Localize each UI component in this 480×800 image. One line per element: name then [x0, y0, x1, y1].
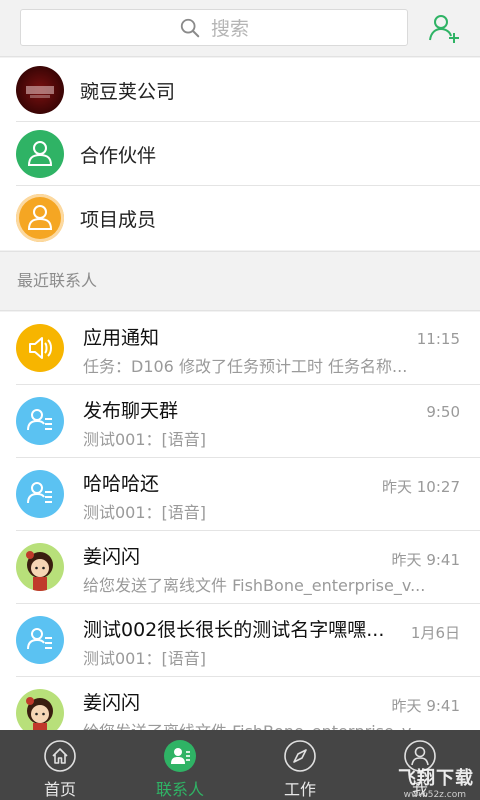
contact-name: 哈哈哈还: [83, 473, 160, 495]
tab-me[interactable]: 我 飞翔下载 www.52z.com: [360, 730, 480, 800]
message-preview: 测试001：[语音]: [83, 430, 207, 449]
group-item-company[interactable]: 豌豆荚公司: [0, 58, 480, 122]
recent-contacts-header: 最近联系人: [0, 251, 480, 311]
contacts-icon: [164, 740, 196, 772]
group-item-partners[interactable]: 合作伙伴: [0, 122, 480, 186]
list-item[interactable]: 应用通知 11:15 任务：D106 修改了任务预计工时 任务名称...: [0, 312, 480, 385]
watermark-url: www.52z.com: [403, 790, 466, 800]
top-bar: 搜索: [0, 0, 480, 57]
cartoon-girl-avatar: [16, 689, 64, 730]
tab-label: 工作: [283, 780, 316, 799]
contact-name: 姜闪闪: [83, 546, 141, 568]
contact-groups: 豌豆荚公司 合作伙伴 项目成员: [0, 58, 480, 250]
group-chat-icon: [16, 397, 64, 445]
tab-home[interactable]: 首页: [0, 730, 120, 800]
search-placeholder: 搜索: [210, 18, 249, 40]
home-icon: [44, 740, 76, 772]
list-item[interactable]: 姜闪闪 昨天 9:41 给您发送了离线文件 FishBone_enterpris…: [0, 531, 480, 604]
person-icon: [16, 130, 64, 178]
group-label: 豌豆荚公司: [80, 80, 176, 103]
bottom-tab-bar: 首页 联系人 工作 我 飞翔下载 www.52z.com: [0, 730, 480, 800]
message-preview: 给您发送了离线文件 FishBone_enterprise_v...: [83, 576, 426, 595]
compass-icon: [284, 740, 316, 772]
group-chat-icon: [16, 616, 64, 664]
list-item[interactable]: 哈哈哈还 昨天 10:27 测试001：[语音]: [0, 458, 480, 531]
contact-name: 发布聊天群: [83, 400, 179, 422]
tab-label: 首页: [43, 780, 76, 799]
add-contact-icon[interactable]: [428, 12, 460, 44]
group-chat-icon: [16, 470, 64, 518]
speaker-icon: [16, 324, 64, 372]
message-preview: 给您发送了离线文件 FishBone_enterprise_v...: [83, 718, 428, 730]
company-logo: [16, 66, 64, 114]
tab-work[interactable]: 工作: [240, 730, 360, 800]
message-time: 昨天 9:41: [391, 697, 460, 715]
group-item-members[interactable]: 项目成员: [0, 186, 480, 250]
message-preview: 任务：D106 修改了任务预计工时 任务名称...: [83, 357, 408, 376]
list-item[interactable]: 姜闪闪 昨天 9:41 给您发送了离线文件 FishBone_enterpris…: [0, 677, 480, 730]
message-time: 昨天 9:41: [391, 551, 460, 569]
search-input[interactable]: 搜索: [20, 9, 408, 46]
list-item[interactable]: 测试002很长很长的测试名字嘿嘿... 1月6日 测试001：[语音]: [0, 604, 480, 677]
message-preview: 测试001：[语音]: [83, 503, 207, 522]
person-icon: [16, 194, 64, 242]
search-icon: [180, 18, 200, 37]
list-item[interactable]: 发布聊天群 9:50 测试001：[语音]: [0, 385, 480, 458]
message-time: 9:50: [426, 403, 460, 421]
contact-name: 测试002很长很长的测试名字嘿嘿...: [83, 619, 385, 641]
message-time: 昨天 10:27: [382, 478, 460, 496]
group-label: 合作伙伴: [80, 144, 157, 167]
cartoon-girl-avatar: [16, 543, 64, 591]
group-label: 项目成员: [80, 208, 157, 231]
contact-name: 应用通知: [83, 327, 160, 349]
tab-label: 联系人: [155, 780, 204, 799]
message-time: 11:15: [416, 330, 460, 348]
message-preview: 测试001：[语音]: [83, 649, 207, 668]
tab-contacts[interactable]: 联系人: [120, 730, 240, 800]
watermark-logo: 飞翔下载: [398, 768, 474, 789]
contact-name: 姜闪闪: [83, 692, 141, 714]
message-time: 1月6日: [410, 624, 460, 642]
recent-contacts-list: 应用通知 11:15 任务：D106 修改了任务预计工时 任务名称... 发布聊…: [0, 312, 480, 730]
